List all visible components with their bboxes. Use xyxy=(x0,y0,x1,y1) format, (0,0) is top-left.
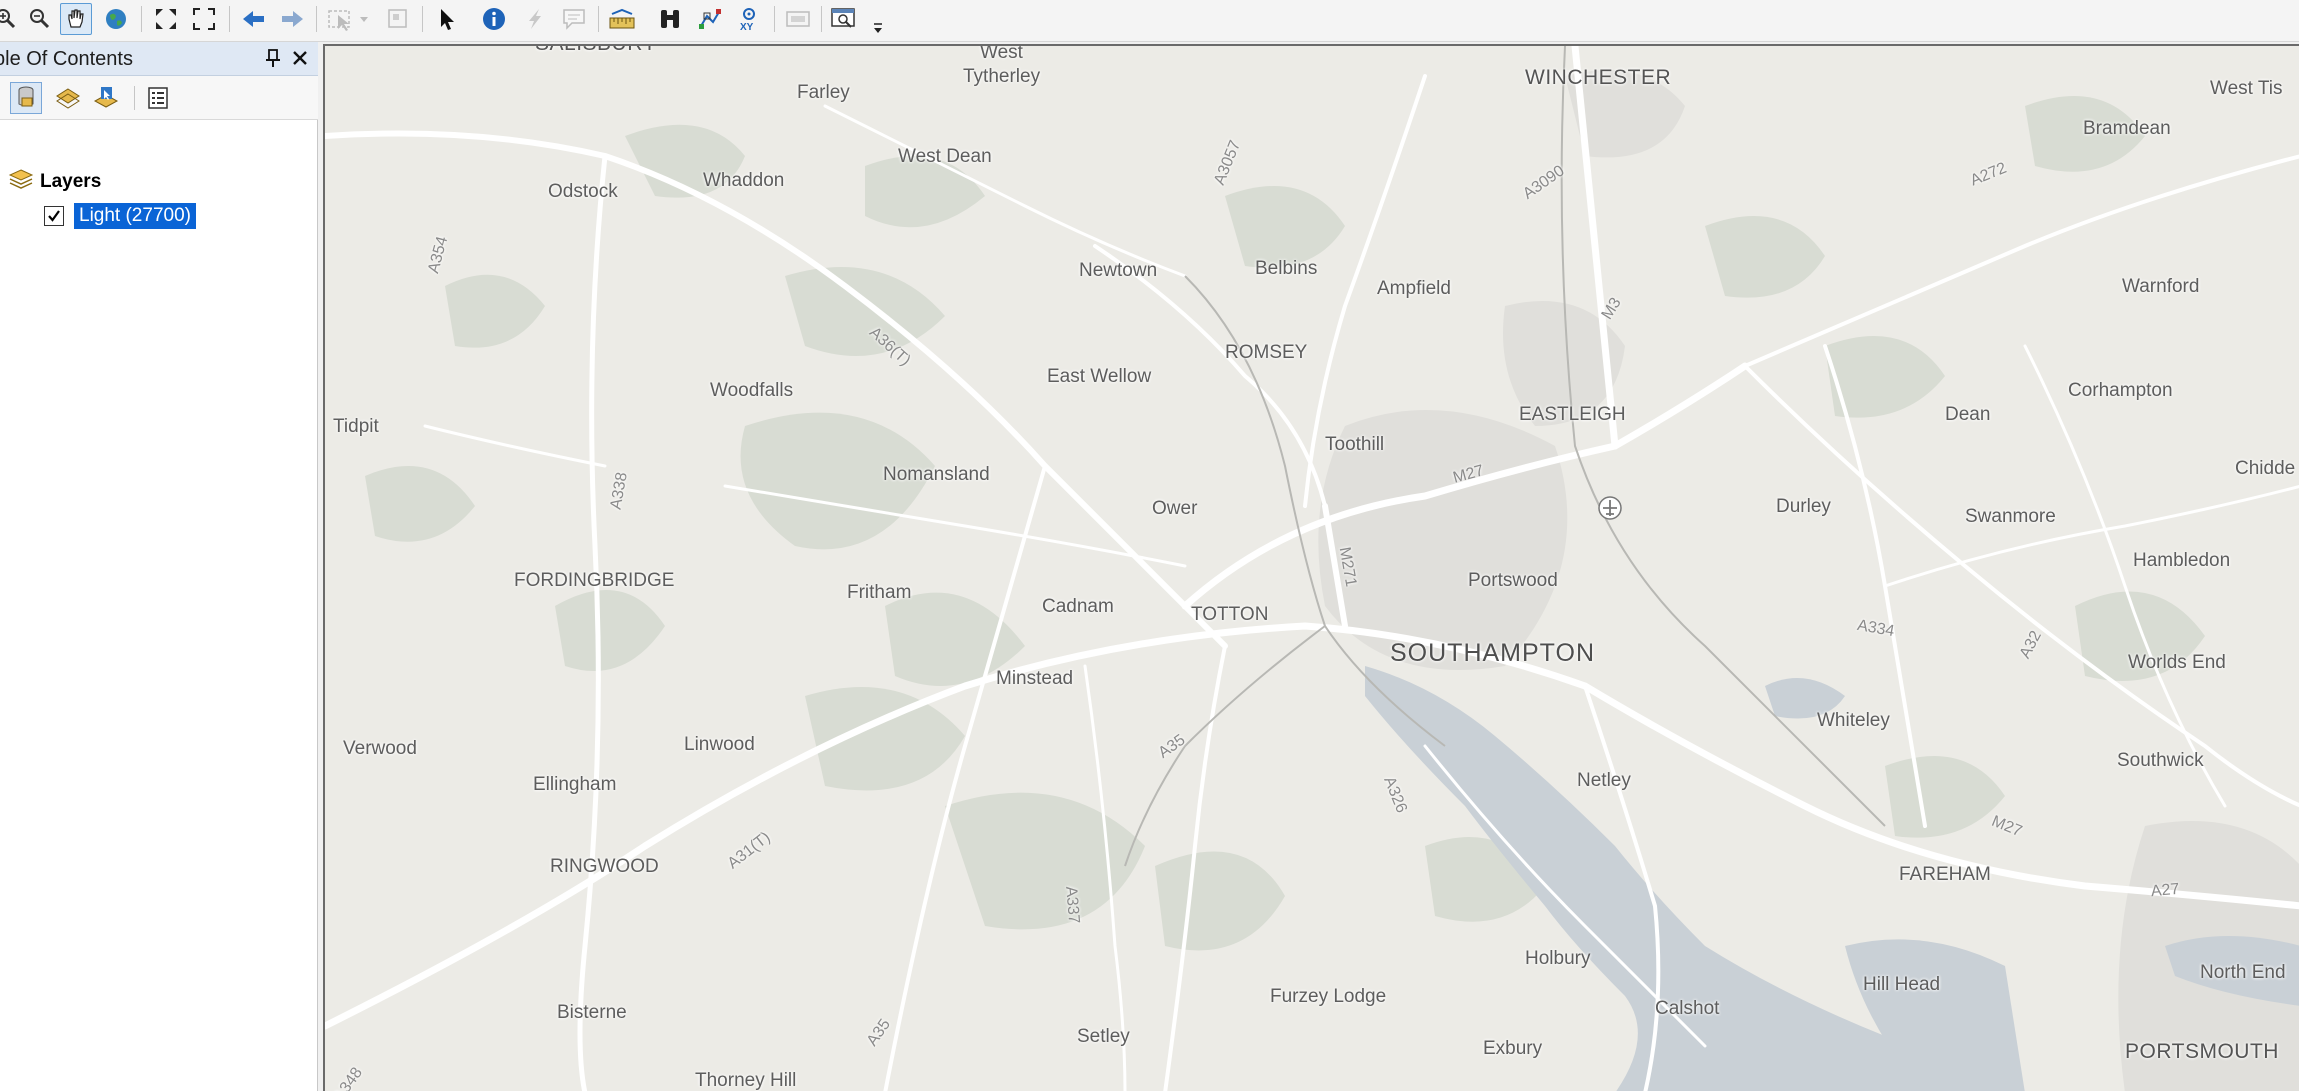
standard-toolbar: XY xyxy=(0,0,2299,42)
place-label: Calshot xyxy=(1655,998,1720,1019)
fixed-zoom-out-icon[interactable] xyxy=(188,3,220,35)
place-label: EASTLEIGH xyxy=(1519,404,1626,425)
place-label: Swanmore xyxy=(1965,506,2056,527)
place-label: Warnford xyxy=(2122,276,2200,297)
place-label: Portswood xyxy=(1468,570,1558,591)
place-label: Thorney Hill xyxy=(695,1070,797,1091)
place-label: East Wellow xyxy=(1047,366,1152,387)
layers-root[interactable]: Layers xyxy=(8,168,101,196)
basemap-graphic xyxy=(325,46,2299,1091)
place-label: Dean xyxy=(1945,404,1991,425)
place-label: Whiteley xyxy=(1817,710,1890,731)
list-by-visibility-icon[interactable] xyxy=(52,82,84,114)
place-label: Bramdean xyxy=(2083,118,2171,139)
fixed-zoom-in-icon[interactable] xyxy=(150,3,182,35)
pan-hand-icon[interactable] xyxy=(60,3,92,35)
place-label: Ellingham xyxy=(533,774,617,795)
place-label: West xyxy=(980,44,1023,63)
place-label: Ower xyxy=(1152,498,1198,519)
place-label: West Tis xyxy=(2210,78,2283,99)
place-label: ROMSEY xyxy=(1225,342,1308,363)
place-label: Woodfalls xyxy=(710,380,794,401)
layers-root-label: Layers xyxy=(40,171,102,192)
place-label: Worlds End xyxy=(2128,652,2226,673)
place-label: Odstock xyxy=(548,181,618,202)
airport-symbol xyxy=(1598,496,1622,520)
toc-toolbar xyxy=(0,76,318,120)
place-label: Hambledon xyxy=(2133,550,2231,571)
select-elements-pointer-icon[interactable] xyxy=(430,3,462,35)
place-label: TOTTON xyxy=(1191,604,1269,625)
list-by-source-icon[interactable] xyxy=(10,82,42,114)
back-arrow-icon[interactable] xyxy=(238,3,270,35)
svg-text:XY: XY xyxy=(740,22,754,32)
place-label: SOUTHAMPTON xyxy=(1390,639,1595,667)
layer-item-light[interactable]: Light (27700) xyxy=(44,200,196,232)
road-label: A337 xyxy=(1062,885,1083,925)
full-extent-globe-icon[interactable] xyxy=(100,3,132,35)
zoom-out-icon[interactable] xyxy=(24,3,56,35)
list-by-selection-icon[interactable] xyxy=(90,82,122,114)
layers-stack-icon xyxy=(8,168,34,197)
place-label: Minstead xyxy=(996,668,1074,689)
place-label: RINGWOOD xyxy=(550,856,659,877)
place-label: Belbins xyxy=(1255,258,1318,279)
close-icon[interactable] xyxy=(289,46,311,70)
place-label: Furzey Lodge xyxy=(1270,986,1387,1007)
pin-icon[interactable] xyxy=(263,46,283,70)
place-label: Toothill xyxy=(1325,434,1385,455)
go-to-xy-icon[interactable]: XY xyxy=(733,3,765,35)
place-label: Hill Head xyxy=(1863,974,1941,995)
select-features-icon[interactable] xyxy=(324,3,374,35)
forward-arrow-icon[interactable] xyxy=(276,3,308,35)
place-label: PORTSMOUTH xyxy=(2125,1040,2279,1063)
toc-title: ble Of Contents xyxy=(0,48,133,70)
measure-ruler-icon[interactable] xyxy=(606,3,638,35)
place-label: Verwood xyxy=(343,738,417,759)
place-label: North End xyxy=(2200,962,2286,983)
place-label: Fritham xyxy=(847,582,912,603)
place-label: West Dean xyxy=(898,146,992,167)
place-label: Linwood xyxy=(684,734,755,755)
place-label: Cadnam xyxy=(1042,596,1114,617)
place-label: Bisterne xyxy=(557,1002,627,1023)
map-display[interactable]: SALISBURY West Tytherley Farley WINCHESTER We… xyxy=(323,44,2299,1091)
time-slider-icon[interactable] xyxy=(782,3,814,35)
place-label: FORDINGBRIDGE xyxy=(514,570,675,591)
place-label: Southwick xyxy=(2117,750,2204,771)
toolbar-overflow-chevron-icon[interactable] xyxy=(872,14,884,38)
place-label: Exbury xyxy=(1483,1038,1543,1059)
place-label: Corhampton xyxy=(2068,380,2173,401)
place-label: Netley xyxy=(1577,770,1631,791)
place-label: Tytherley xyxy=(963,66,1041,87)
road-label: A27 xyxy=(2150,880,2181,901)
find-binoculars-icon[interactable] xyxy=(654,3,686,35)
place-label: WINCHESTER xyxy=(1525,66,1672,89)
place-label: SALISBURY xyxy=(535,46,657,56)
toc-options-icon[interactable] xyxy=(142,82,174,114)
place-label: Farley xyxy=(797,82,850,103)
place-label: Whaddon xyxy=(703,170,785,191)
place-label: Holbury xyxy=(1525,948,1591,969)
layer-label[interactable]: Light (27700) xyxy=(74,203,196,229)
toc-title-bar: ble Of Contents xyxy=(0,42,318,76)
find-route-icon[interactable] xyxy=(694,3,726,35)
clear-selection-icon[interactable] xyxy=(382,3,414,35)
identify-info-icon[interactable] xyxy=(478,3,510,35)
list-by-drawing-order-icon[interactable] xyxy=(0,82,6,114)
place-label: Newtown xyxy=(1079,260,1158,281)
table-of-contents-panel: ble Of Contents Layers Light (27700) xyxy=(0,42,318,1091)
place-label: Tidpit xyxy=(333,416,379,437)
place-label: Ampfield xyxy=(1377,278,1451,299)
place-label: FAREHAM xyxy=(1899,864,1991,885)
place-label: Setley xyxy=(1077,1026,1130,1047)
hyperlink-lightning-icon[interactable] xyxy=(519,3,551,35)
zoom-in-icon[interactable] xyxy=(0,3,22,35)
html-popup-icon[interactable] xyxy=(558,3,590,35)
place-label: Durley xyxy=(1776,496,1831,517)
create-viewer-window-icon[interactable] xyxy=(828,3,860,35)
place-label: Nomansland xyxy=(883,464,990,485)
place-label: Chidde xyxy=(2235,458,2296,479)
layer-visibility-checkbox[interactable] xyxy=(44,206,64,226)
